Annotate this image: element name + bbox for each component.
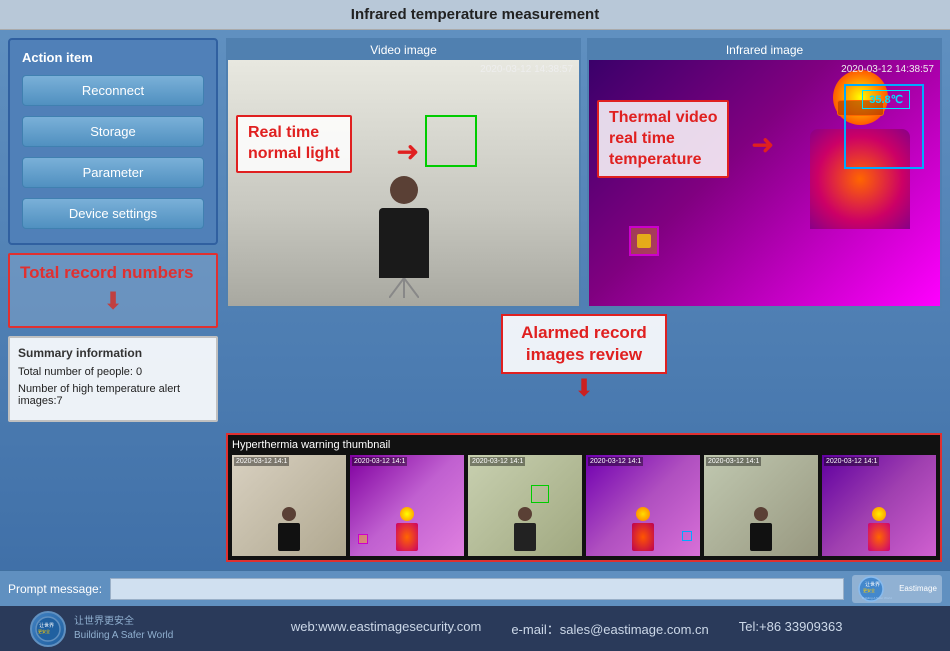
prompt-bar: Prompt message: 让世界 更安全 Building A Safer… bbox=[0, 570, 950, 606]
video-section: Video image 2020-03-12 14:38:57 bbox=[226, 38, 942, 308]
svg-text:更安全: 更安全 bbox=[863, 587, 875, 593]
total-record-label: Total record numbers bbox=[20, 263, 206, 283]
svg-text:让世界: 让世界 bbox=[865, 581, 880, 588]
footer-tel: Tel:+86 33909363 bbox=[739, 619, 843, 638]
parameter-button[interactable]: Parameter bbox=[22, 157, 204, 188]
people-value: 0 bbox=[133, 366, 142, 378]
alarmed-annotation-area: Alarmed record images review ⬇ bbox=[226, 314, 942, 403]
footer: 让世界 更安全 让世界更安全 Building A Safer World we… bbox=[0, 606, 950, 651]
video-image-header: Video image bbox=[228, 40, 579, 60]
thermal-small-box bbox=[629, 226, 659, 256]
thumbnails-row: 2020-03-12 14:1 2020-03-12 14:1 bbox=[232, 455, 936, 556]
cam-head bbox=[390, 176, 418, 204]
annotation-thermal: Thermal videoreal timetemperature bbox=[597, 100, 729, 178]
infrared-image-header: Infrared image bbox=[589, 40, 940, 60]
device-settings-button[interactable]: Device settings bbox=[22, 198, 204, 229]
annotation-arrow-normal: ➜ bbox=[396, 135, 419, 168]
svg-text:Building A Safer World: Building A Safer World bbox=[862, 596, 892, 600]
thumb-fig-4 bbox=[632, 507, 654, 551]
thumb-timestamp-2: 2020-03-12 14:1 bbox=[352, 457, 407, 466]
infrared-image-box: Infrared image 2020-03-12 14:38:57 bbox=[587, 38, 942, 308]
thumb-fig-2 bbox=[396, 507, 418, 551]
alarmed-arrow-down: ⬇ bbox=[574, 374, 594, 403]
thumb-3[interactable]: 2020-03-12 14:1 bbox=[468, 455, 582, 556]
footer-website: web:www.eastimagesecurity.com bbox=[291, 619, 482, 638]
thumb-fig-3 bbox=[514, 507, 536, 551]
action-item-box: Action item Reconnect Storage Parameter … bbox=[8, 38, 218, 245]
video-image-content: 2020-03-12 14:38:57 bbox=[228, 60, 579, 306]
alarmed-label-line1: Alarmed record bbox=[521, 323, 647, 342]
right-panel: Video image 2020-03-12 14:38:57 bbox=[226, 38, 942, 562]
infrared-image-content: 2020-03-12 14:38:57 bbox=[589, 60, 940, 306]
video-timestamp-right: 2020-03-12 14:38:57 bbox=[841, 64, 934, 75]
detection-box bbox=[425, 115, 477, 167]
alert-label: Number of high temperature alert images: bbox=[18, 383, 180, 407]
footer-email: e-mail：sales@eastimage.com.cn bbox=[511, 619, 708, 638]
alarmed-annotation-box: Alarmed record images review bbox=[501, 314, 667, 374]
total-record-box: Total record numbers ⬇ bbox=[8, 253, 218, 328]
thumb-4-box bbox=[682, 531, 692, 541]
action-item-title: Action item bbox=[22, 50, 204, 65]
app-title: Infrared temperature measurement bbox=[351, 6, 599, 23]
thumb-timestamp-4: 2020-03-12 14:1 bbox=[588, 457, 643, 466]
prompt-input[interactable] bbox=[110, 578, 844, 600]
thermal-detection-box bbox=[844, 84, 924, 169]
logo-circle: 让世界 更安全 bbox=[30, 611, 66, 647]
video-timestamp-left: 2020-03-12 14:38:57 bbox=[480, 64, 573, 75]
cam-figure bbox=[374, 176, 434, 296]
reconnect-button[interactable]: Reconnect bbox=[22, 75, 204, 106]
summary-box: Summary information Total number of peop… bbox=[8, 336, 218, 422]
annotation-arrow-thermal: ➜ bbox=[751, 128, 774, 161]
cam-tripod bbox=[389, 278, 419, 298]
footer-info: web:www.eastimagesecurity.com e-mail：sal… bbox=[213, 619, 920, 638]
main-content: Action item Reconnect Storage Parameter … bbox=[0, 30, 950, 570]
alarmed-section-wrapper: Alarmed record images review ⬇ Hyperther… bbox=[226, 314, 942, 562]
thumb-2-box bbox=[358, 534, 368, 544]
thumb-3-box bbox=[531, 485, 549, 503]
thumb-4[interactable]: 2020-03-12 14:1 bbox=[586, 455, 700, 556]
alert-count-row: Number of high temperature alert images:… bbox=[18, 383, 208, 407]
thumb-2[interactable]: 2020-03-12 14:1 bbox=[350, 455, 464, 556]
thumb-fig-1 bbox=[278, 507, 300, 551]
total-record-arrow: ⬇ bbox=[20, 287, 206, 316]
thumbnails-box: Hyperthermia warning thumbnail 2020-03-1… bbox=[226, 433, 942, 562]
people-label: Total number of people: bbox=[18, 366, 133, 378]
thumbnails-header: Hyperthermia warning thumbnail bbox=[232, 439, 936, 451]
thumb-timestamp-6: 2020-03-12 14:1 bbox=[824, 457, 879, 466]
thermal-scene: 35.8℃ bbox=[589, 60, 940, 306]
storage-button[interactable]: Storage bbox=[22, 116, 204, 147]
thumb-timestamp-5: 2020-03-12 14:1 bbox=[706, 457, 761, 466]
people-count-row: Total number of people: 0 bbox=[18, 366, 208, 378]
thumb-fig-5 bbox=[750, 507, 772, 551]
summary-title: Summary information bbox=[18, 346, 208, 360]
annotation-normal-light: Real timenormal light bbox=[236, 115, 352, 173]
alert-value: 7 bbox=[57, 395, 63, 407]
left-panel: Action item Reconnect Storage Parameter … bbox=[8, 38, 218, 562]
video-image-box: Video image 2020-03-12 14:38:57 bbox=[226, 38, 581, 308]
svg-text:让世界: 让世界 bbox=[39, 622, 54, 629]
brand-line1: 让世界更安全 bbox=[74, 615, 173, 629]
title-bar: Infrared temperature measurement bbox=[0, 0, 950, 30]
thumb-5[interactable]: 2020-03-12 14:1 bbox=[704, 455, 818, 556]
alarmed-label-line2: images review bbox=[526, 345, 642, 364]
brand-line2: Building A Safer World bbox=[74, 629, 173, 643]
thumb-fig-6 bbox=[868, 507, 890, 551]
cam-body bbox=[379, 208, 429, 278]
thumb-timestamp-3: 2020-03-12 14:1 bbox=[470, 457, 525, 466]
footer-logo: 让世界 更安全 让世界更安全 Building A Safer World bbox=[30, 611, 173, 647]
footer-brand: 让世界更安全 Building A Safer World bbox=[74, 615, 173, 643]
svg-text:更安全: 更安全 bbox=[38, 628, 50, 634]
thumb-1[interactable]: 2020-03-12 14:1 bbox=[232, 455, 346, 556]
thumb-6[interactable]: 2020-03-12 14:1 bbox=[822, 455, 936, 556]
cam-scene bbox=[228, 60, 579, 306]
thumb-timestamp-1: 2020-03-12 14:1 bbox=[234, 457, 289, 466]
prompt-label: Prompt message: bbox=[8, 582, 102, 596]
eastimage-logo: 让世界 更安全 Building A Safer World Eastimage bbox=[852, 575, 942, 603]
